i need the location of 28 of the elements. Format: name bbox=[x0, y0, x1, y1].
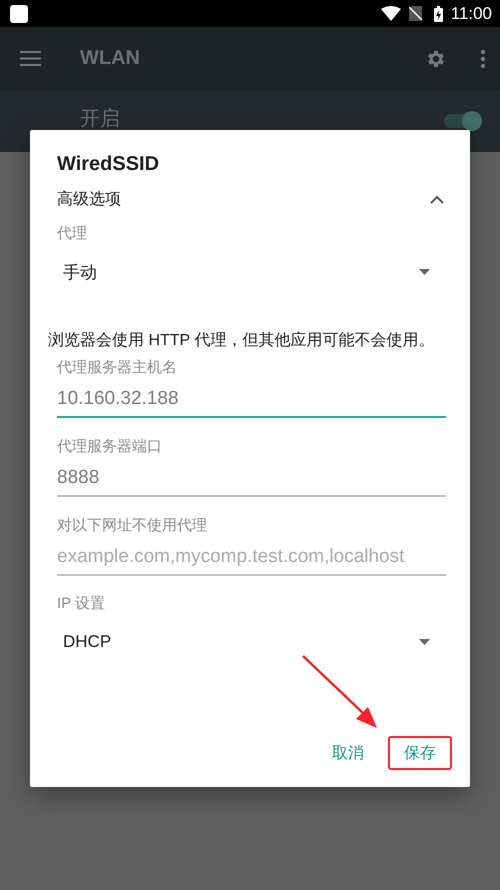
dropdown-arrow-icon bbox=[419, 269, 430, 275]
proxy-dropdown[interactable]: 手动 bbox=[57, 248, 446, 296]
wlan-toggle[interactable] bbox=[444, 114, 480, 128]
no-sim-icon bbox=[408, 6, 422, 21]
more-options-icon[interactable] bbox=[480, 48, 486, 68]
dialog-title: WiredSSID bbox=[57, 152, 160, 177]
dropdown-arrow-icon bbox=[419, 639, 430, 645]
advanced-options-label[interactable]: 高级选项 bbox=[57, 188, 121, 210]
ip-settings-dropdown[interactable]: DHCP bbox=[57, 618, 446, 666]
highlighted-button[interactable]: 保存 bbox=[388, 736, 452, 770]
proxy-label: 代理 bbox=[57, 224, 87, 244]
chevron-up-icon[interactable] bbox=[430, 194, 444, 204]
app-title: WLAN bbox=[80, 47, 141, 70]
clock-time: 11:00 bbox=[450, 4, 492, 24]
input-field[interactable]: example.com,mycomp.test.com,localhost bbox=[57, 540, 446, 576]
field-label: 代理服务器主机名 bbox=[57, 358, 177, 378]
notification-icon bbox=[10, 4, 28, 22]
proxy-note: 浏览器会使用 HTTP 代理，但其他应用可能不会使用。 bbox=[48, 330, 436, 351]
menu-icon[interactable] bbox=[20, 51, 41, 66]
ip-settings-label: IP 设置 bbox=[57, 594, 106, 614]
field-label: 对以下网址不使用代理 bbox=[57, 516, 207, 536]
battery-charging-icon bbox=[434, 6, 443, 22]
wifi-icon bbox=[380, 6, 401, 21]
input-field[interactable]: 10.160.32.188 bbox=[57, 382, 446, 418]
dialog-button[interactable]: 取消 bbox=[316, 736, 380, 770]
field-label: 代理服务器端口 bbox=[57, 437, 162, 457]
wlan-switch-label: 开启 bbox=[80, 107, 121, 131]
input-field[interactable]: 8888 bbox=[57, 461, 446, 497]
